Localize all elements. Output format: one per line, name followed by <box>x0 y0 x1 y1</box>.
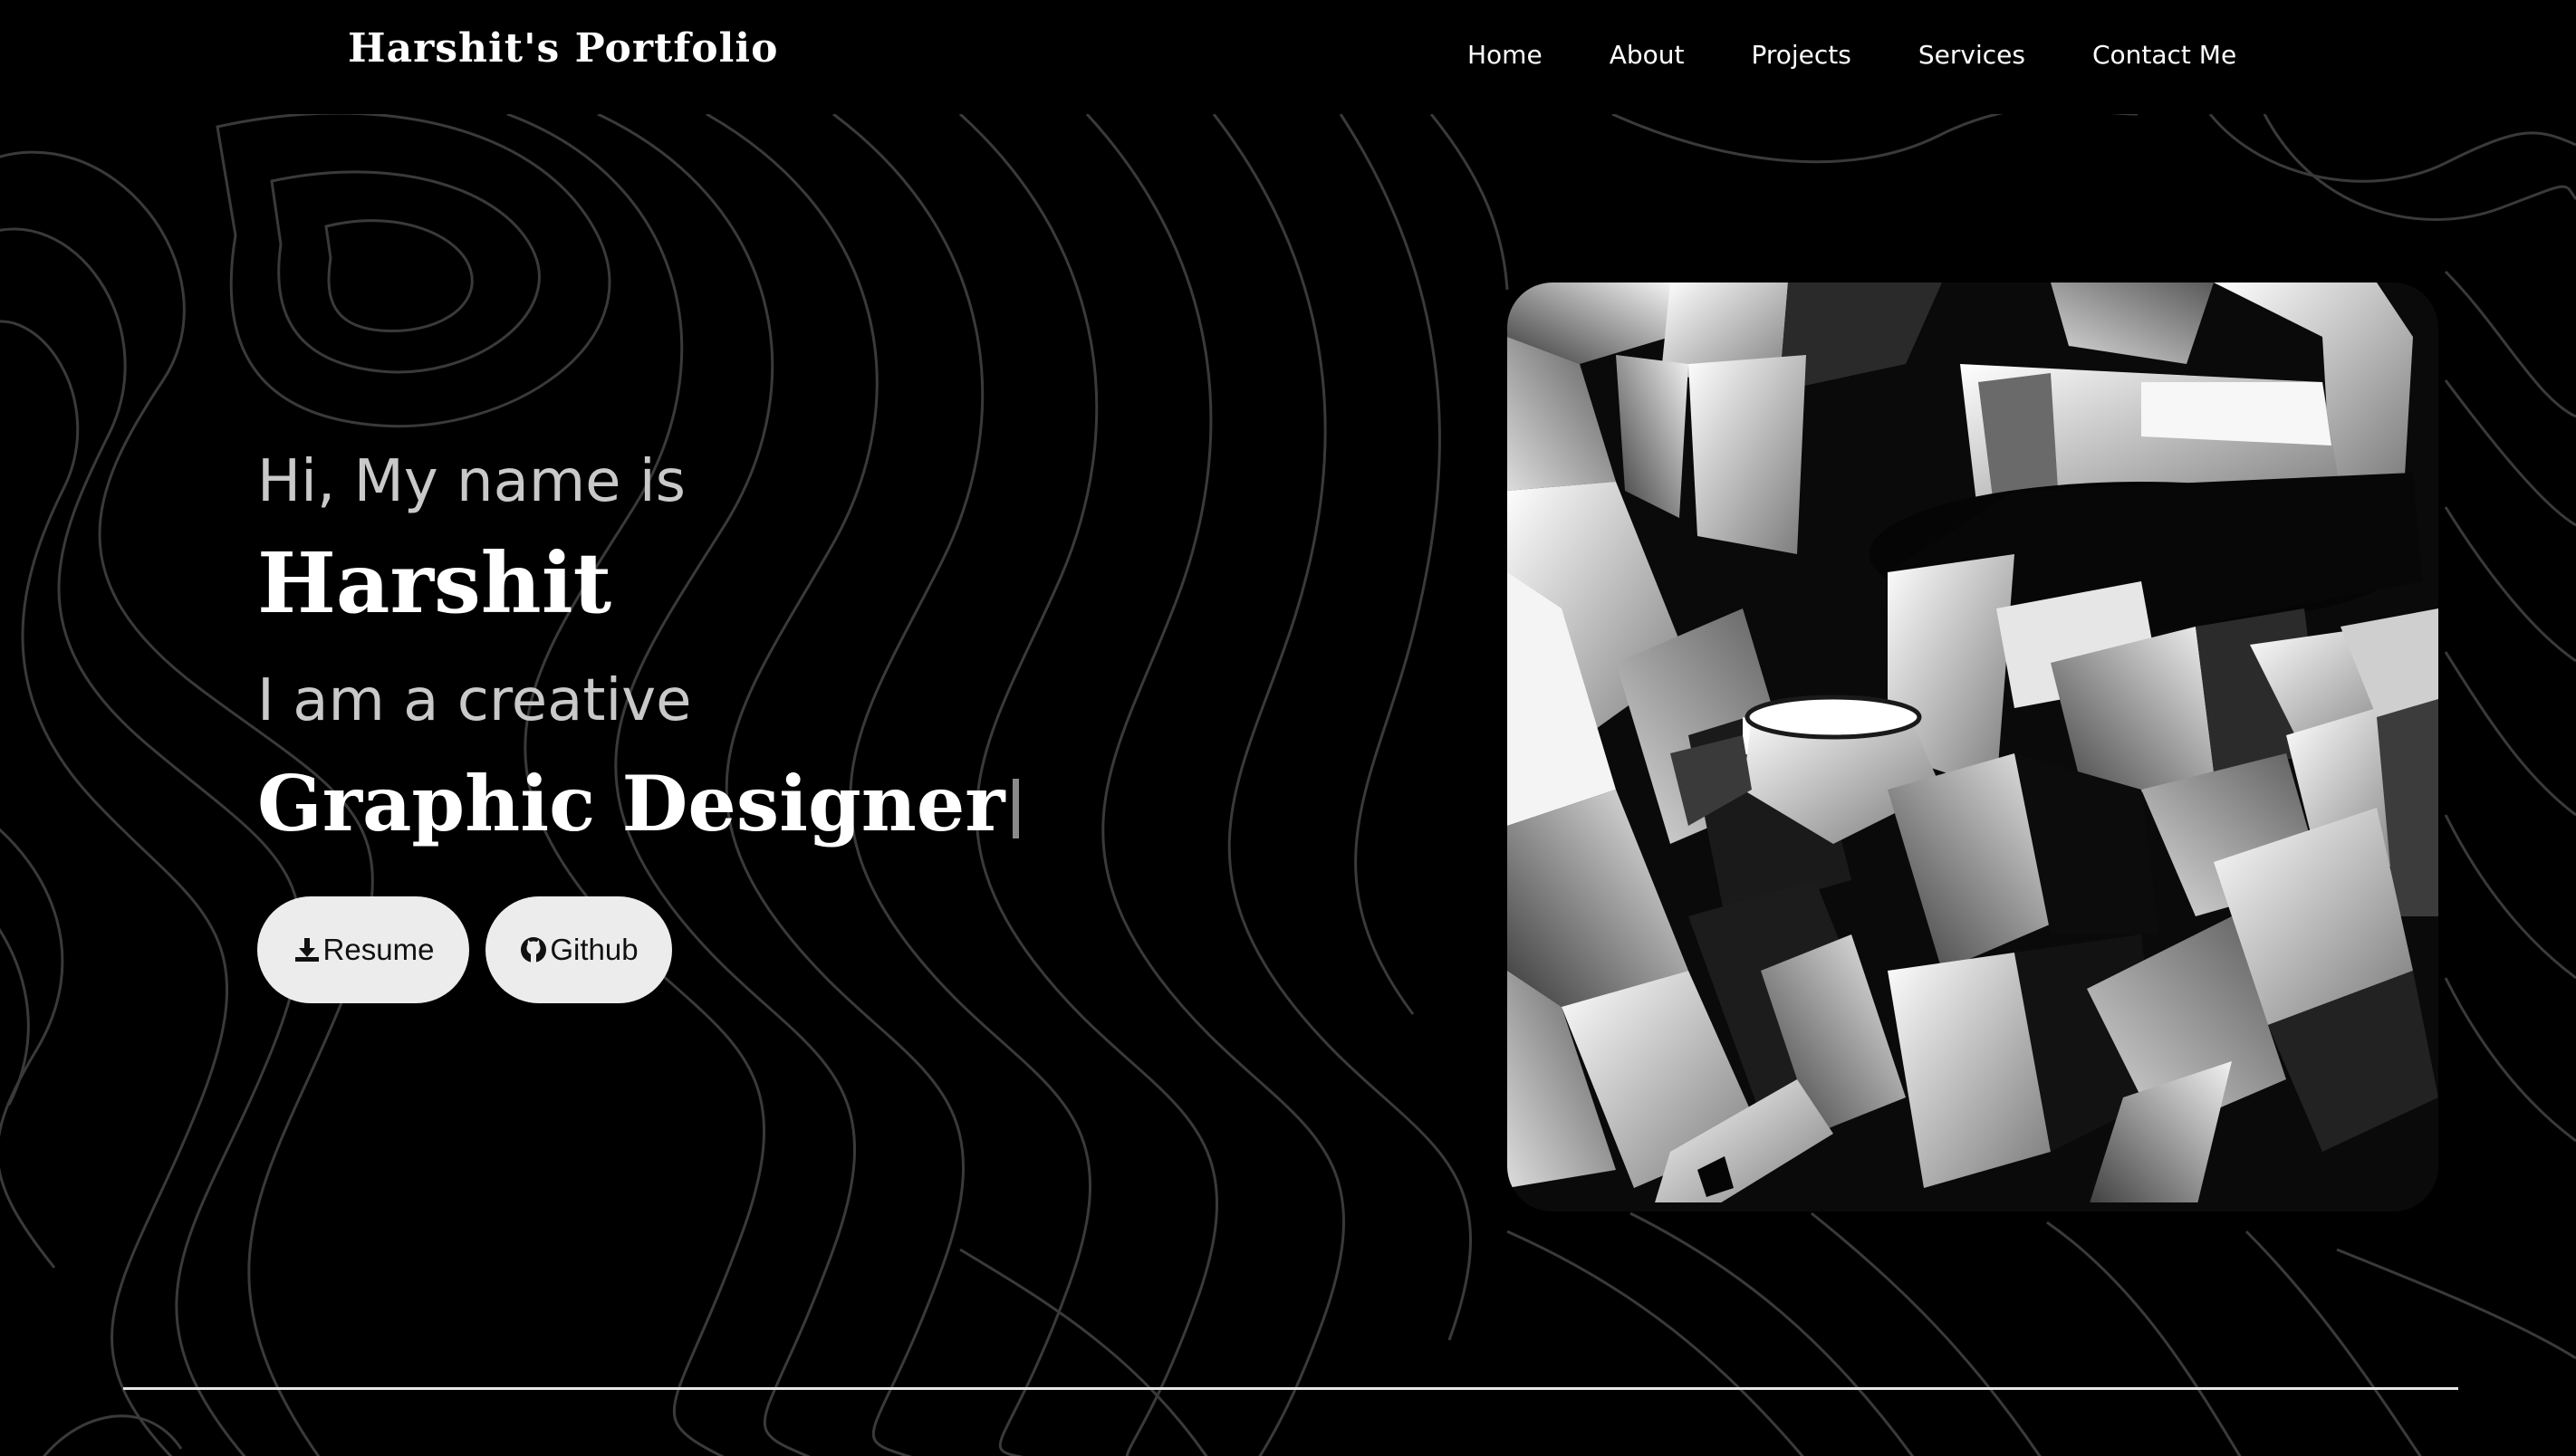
typing-cursor <box>1012 779 1019 838</box>
hero-greeting: Hi, My name is <box>257 448 686 515</box>
hero-role-text: Graphic Designer <box>257 759 1005 848</box>
nav-link-about[interactable]: About <box>1610 40 1685 70</box>
download-icon <box>293 935 322 964</box>
nav-link-home[interactable]: Home <box>1467 40 1543 70</box>
hero-section: Hi, My name is Harshit I am a creative G… <box>257 453 1019 1003</box>
github-button[interactable]: Github <box>485 896 672 1003</box>
nav-link-contact[interactable]: Contact Me <box>2092 40 2236 70</box>
nav-links: Home About Projects Services Contact Me <box>1467 40 2236 70</box>
brand-logo-text[interactable]: Harshit's Portfolio <box>348 25 778 72</box>
github-icon <box>519 935 548 964</box>
hero-artwork <box>1507 283 2438 1212</box>
nav-link-services[interactable]: Services <box>1918 40 2025 70</box>
portfolio-page: Harshit's Portfolio Home About Projects … <box>0 0 2576 1456</box>
github-button-label: Github <box>550 933 639 966</box>
hero-subline: I am a creative <box>257 667 692 734</box>
section-divider <box>123 1387 2458 1390</box>
hero-button-row: Resume Github <box>257 896 1019 1003</box>
cubist-portrait-image <box>1507 283 2438 1212</box>
hero-name: Harshit <box>257 534 612 632</box>
resume-button-label: Resume <box>322 933 435 966</box>
nav-link-projects[interactable]: Projects <box>1751 40 1850 70</box>
resume-button[interactable]: Resume <box>257 896 469 1003</box>
hero-role: Graphic Designer <box>257 766 1019 842</box>
navbar: Harshit's Portfolio Home About Projects … <box>0 0 2576 114</box>
